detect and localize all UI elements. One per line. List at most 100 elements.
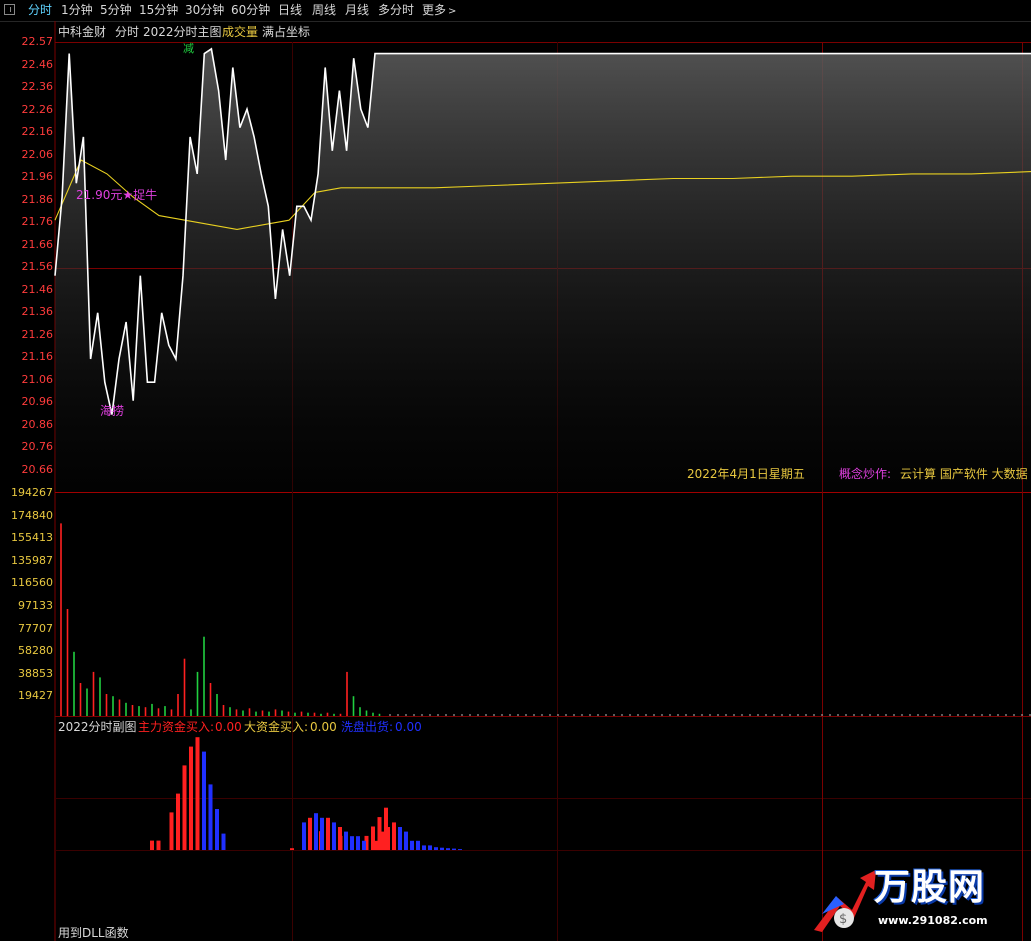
trade-date: 2022年4月1日星期五 xyxy=(687,467,805,481)
price-tick-label: 20.86 xyxy=(21,417,54,431)
wash-bar xyxy=(302,822,306,850)
wash-bar xyxy=(422,845,426,850)
main-inflow-bar xyxy=(182,765,187,850)
tab-daily[interactable]: 日线 xyxy=(278,3,302,18)
main-inflow-bar xyxy=(319,831,323,850)
main-inflow-bar xyxy=(176,793,180,850)
main-inflow-bar xyxy=(189,746,193,850)
price-tick-label: 21.46 xyxy=(21,282,54,296)
price-tick-label: 21.06 xyxy=(21,372,54,386)
price-tick-label: 21.26 xyxy=(21,327,54,341)
dll-notice: 用到DLL函数 xyxy=(58,926,129,940)
wash-bar xyxy=(314,813,318,850)
watermark-logo: $ 万股网 www.291082.com xyxy=(808,860,1030,938)
price-area-fill xyxy=(55,48,1031,493)
svg-text:$: $ xyxy=(839,912,847,927)
price-tick-label: 21.86 xyxy=(21,192,54,206)
wash-bar xyxy=(344,831,348,850)
volume-tick-label: 19427 xyxy=(18,689,53,703)
main-inflow-bar xyxy=(338,835,343,850)
volume-tick-label: 38853 xyxy=(18,666,53,680)
tab-1min[interactable]: 1分钟 xyxy=(61,3,93,18)
main-inflow-bar xyxy=(332,826,336,850)
price-tick-label: 22.36 xyxy=(21,80,54,93)
main-inflow-bar xyxy=(338,827,342,850)
main-inflow-bar xyxy=(150,840,154,850)
tab-more-label: 更多 xyxy=(422,3,447,17)
chevron-right-icon: > xyxy=(448,6,457,17)
tab-more[interactable]: 更多 > xyxy=(422,3,456,19)
wash-bar xyxy=(208,784,213,850)
chart-mode: 分时 xyxy=(115,25,140,39)
price-line xyxy=(54,47,1031,415)
volume-tick-label: 155413 xyxy=(11,531,53,545)
wash-bar xyxy=(356,836,360,850)
wash-bar xyxy=(428,845,432,850)
main-formula-name[interactable]: 2022分时主图 xyxy=(143,24,222,40)
wash-bar xyxy=(446,848,450,850)
wash-bar xyxy=(440,847,444,850)
wash-bar xyxy=(404,831,408,850)
volume-tick-label: 135987 xyxy=(11,553,53,567)
price-tick-label: 22.26 xyxy=(21,102,54,116)
main-inflow-bar xyxy=(169,812,174,850)
wash-bar xyxy=(215,809,219,850)
wash-bar xyxy=(320,817,324,850)
price-area xyxy=(55,48,1031,493)
price-tick-label: 22.06 xyxy=(21,147,54,161)
tab-15min[interactable]: 15分钟 xyxy=(139,3,178,18)
tab-monthly[interactable]: 月线 xyxy=(345,3,369,18)
tab-multi-fenshi[interactable]: 多分时 xyxy=(378,3,414,18)
main-inflow-bar xyxy=(326,817,330,850)
main-inflow-bar xyxy=(392,822,396,850)
wash-bar xyxy=(350,836,354,850)
wash-value: 0.00 xyxy=(395,720,422,734)
price-tick-label: 21.36 xyxy=(21,305,54,318)
price-tick-label: 22.57 xyxy=(21,35,54,48)
wash-bar xyxy=(452,848,456,850)
price-tick-label: 21.66 xyxy=(21,237,54,251)
buy-signal-marker: 海捞 xyxy=(100,404,125,418)
main-inflow-bar xyxy=(377,817,382,850)
tab-fenshi[interactable]: 分时 xyxy=(28,3,52,18)
sidebar-toggle-icon[interactable] xyxy=(4,4,15,15)
price-tick-label: 20.76 xyxy=(21,440,54,453)
volume-tick-label: 58280 xyxy=(18,644,53,658)
price-tick-label: 21.16 xyxy=(21,350,54,363)
brand-url: www.291082.com xyxy=(878,914,988,927)
tab-5min[interactable]: 5分钟 xyxy=(100,3,132,18)
sub-chart-title[interactable]: 2022分时副图 xyxy=(58,720,137,734)
volume-tick-label: 174840 xyxy=(11,508,53,522)
tab-60min[interactable]: 60分钟 xyxy=(231,3,270,18)
price-tick-label: 22.16 xyxy=(21,125,54,138)
main-inflow-bar xyxy=(386,827,390,850)
sub-chart-bars xyxy=(150,737,462,850)
tab-weekly[interactable]: 周线 xyxy=(312,3,336,18)
volume-tick-label: 194267 xyxy=(11,486,53,499)
stock-name: 中科金财 xyxy=(58,25,107,39)
volume-tick-label: 97133 xyxy=(18,599,53,612)
wash-bar xyxy=(221,833,226,850)
price-tick-label: 21.96 xyxy=(21,170,54,183)
price-tick-label: 22.46 xyxy=(21,57,54,71)
coordinate-mode[interactable]: 满占坐标 xyxy=(262,24,310,40)
main-inflow-bar xyxy=(308,817,312,850)
main-inflow-bar xyxy=(380,831,384,850)
volume-bars xyxy=(60,523,1031,716)
main-inflow-bar xyxy=(156,840,161,850)
wash-bar xyxy=(416,840,420,850)
main-inflow-bar xyxy=(384,807,388,850)
wash-bar xyxy=(398,827,402,850)
price-tick-label: 20.96 xyxy=(21,395,54,408)
tab-30min[interactable]: 30分钟 xyxy=(185,3,224,18)
main-inflow-label: 主力资金买入: xyxy=(138,720,215,734)
price-tick-label: 21.56 xyxy=(21,260,54,273)
wash-bar xyxy=(434,847,438,850)
price-tag-label: 21.90元★捉牛 xyxy=(76,188,158,202)
main-inflow-bar xyxy=(371,826,375,850)
big-inflow-value: 0.00 xyxy=(310,720,337,734)
concept-list: 云计算 国产软件 大数据 数 xyxy=(900,467,1031,481)
big-inflow-label: 大资金买入: xyxy=(244,720,309,734)
wash-bar xyxy=(458,849,462,850)
period-tab-bar: 分时 1分钟 5分钟 15分钟 30分钟 60分钟 日线 周线 月线 多分时 更… xyxy=(0,0,1031,22)
